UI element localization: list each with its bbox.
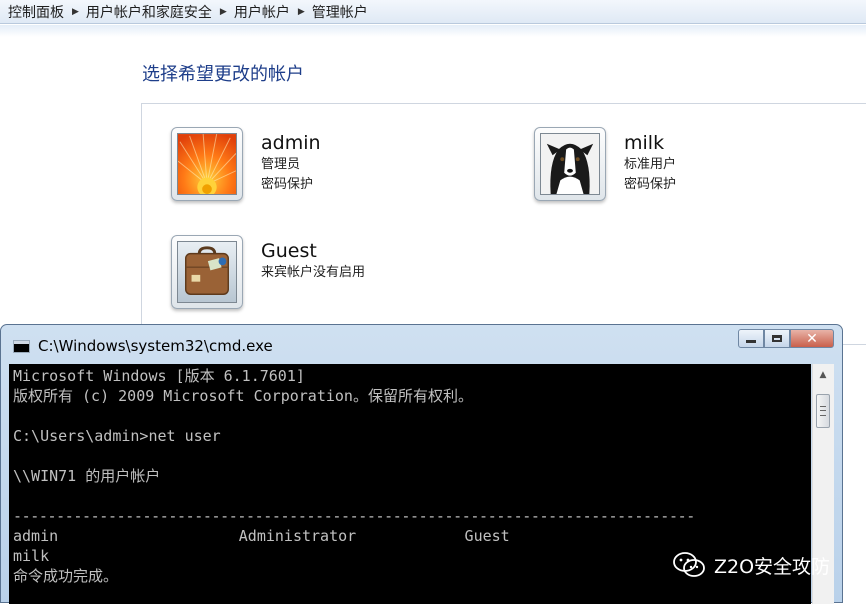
account-name: milk (624, 132, 665, 154)
chevron-right-icon[interactable]: ▶ (298, 7, 305, 17)
header-gradient (0, 25, 866, 37)
chevron-right-icon[interactable]: ▶ (72, 7, 79, 17)
account-status: 来宾帐户没有启用 (261, 265, 366, 280)
chevron-right-icon[interactable]: ▶ (220, 7, 227, 17)
account-tile-admin[interactable]: admin 管理员 密码保护 (171, 127, 321, 201)
watermark: Z2O安全攻防 (672, 551, 830, 579)
maximize-icon (772, 335, 782, 342)
console-icon[interactable] (13, 340, 30, 353)
minimize-button[interactable] (738, 329, 764, 348)
breadcrumb-manage-accounts[interactable]: 管理帐户 (312, 2, 368, 22)
cmd-window-title: C:\Windows\system32\cmd.exe (38, 337, 273, 355)
close-button[interactable]: ✕ (790, 329, 834, 348)
console-separator-line: ----------------------------------------… (13, 507, 695, 525)
flower-icon (177, 133, 237, 195)
account-name: admin (261, 132, 321, 154)
account-list: admin 管理员 密码保护 milk 标准用户 密码保护 Guest 来宾帐户… (141, 103, 866, 345)
account-picture-frame (534, 127, 606, 201)
breadcrumb-user-accounts-family[interactable]: 用户帐户和家庭安全 (86, 2, 212, 22)
watermark-text: Z2O安全攻防 (714, 555, 831, 578)
account-type: 管理员 (261, 157, 301, 172)
account-password-status: 密码保护 (624, 177, 677, 192)
page-title: 选择希望更改的帐户 (142, 64, 304, 85)
breadcrumb-control-panel[interactable]: 控制面板 (8, 2, 64, 22)
account-picture-frame (171, 127, 243, 201)
breadcrumb: 控制面板 ▶ 用户帐户和家庭安全 ▶ 用户帐户 ▶ 管理帐户 (0, 0, 866, 24)
dog-icon (540, 133, 600, 195)
cmd-titlebar[interactable]: C:\Windows\system32\cmd.exe ✕ (1, 325, 842, 363)
account-type: 标准用户 (624, 157, 677, 172)
account-name: Guest (261, 240, 317, 262)
account-password-status: 密码保护 (261, 177, 314, 192)
scroll-up-icon[interactable]: ▲ (815, 367, 831, 383)
console-line: 版权所有 (c) 2009 Microsoft Corporation。保留所有… (13, 387, 473, 405)
console-line: Microsoft Windows [版本 6.1.7601] (13, 367, 305, 385)
maximize-button[interactable] (764, 329, 790, 348)
account-picture-frame (171, 235, 243, 309)
suitcase-icon (177, 241, 237, 303)
close-icon: ✕ (806, 330, 818, 347)
console-line: C:\Users\admin>net user (13, 427, 221, 445)
console-line: \\WIN71 的用户帐户 (13, 467, 161, 485)
wechat-icon (673, 552, 705, 577)
breadcrumb-user-accounts[interactable]: 用户帐户 (234, 2, 290, 22)
console-line: admin Administrator Guest (13, 527, 510, 545)
account-tile-milk[interactable]: milk 标准用户 密码保护 (534, 127, 676, 201)
account-tile-guest[interactable]: Guest 来宾帐户没有启用 (171, 235, 365, 309)
scrollbar-thumb[interactable] (816, 394, 830, 428)
minimize-icon (746, 340, 756, 343)
window-controls: ✕ (738, 329, 834, 348)
